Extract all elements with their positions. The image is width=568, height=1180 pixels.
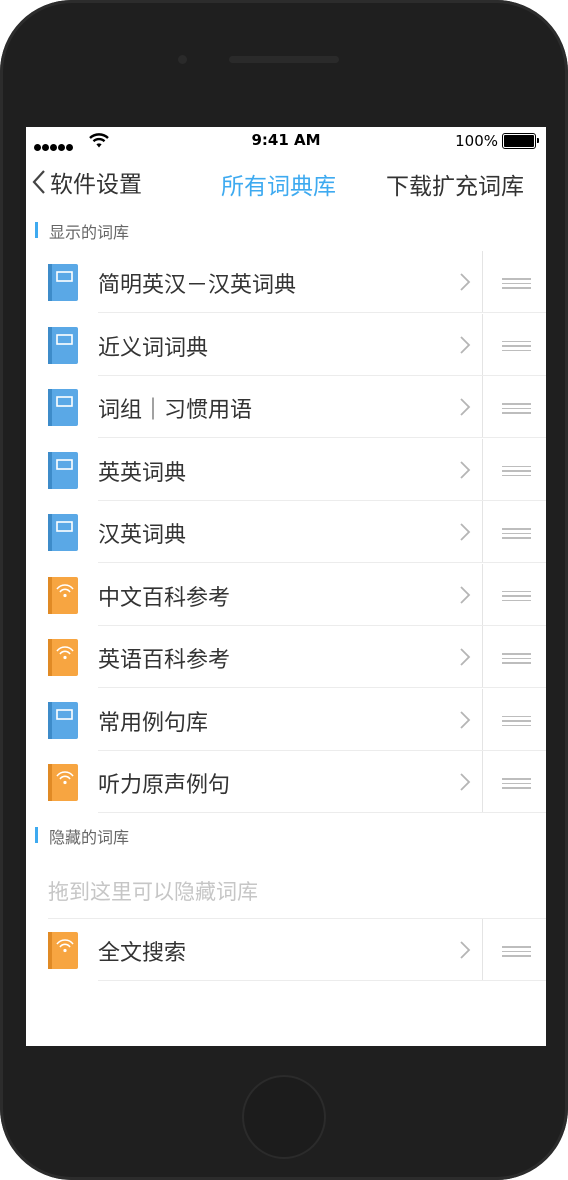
drag-handle-icon[interactable]	[502, 715, 531, 730]
download-dictionaries-button[interactable]: 下载扩充词库	[386, 167, 524, 201]
orange-online-book-icon	[48, 639, 78, 676]
dictionary-name: 听力原声例句	[98, 773, 231, 798]
orange-online-book-icon	[48, 576, 78, 614]
chevron-right-icon	[459, 522, 471, 546]
chevron-right-icon	[459, 585, 471, 609]
drag-handle-icon[interactable]	[502, 528, 531, 542]
screen: 9:41 AM 100% 软件设置 所有词典库 下载扩充词库 显示的词库简明英汉…	[26, 127, 546, 1046]
chevron-left-icon	[32, 170, 45, 194]
dictionary-name: 汉英词典	[98, 523, 187, 548]
battery-percent: 100%	[455, 132, 498, 150]
drag-handle-icon[interactable]	[502, 778, 531, 792]
blue-book-icon	[48, 451, 78, 489]
dictionary-row[interactable]: 中文百科参考	[26, 563, 546, 626]
dictionary-name: 常用例句库	[98, 710, 209, 736]
row-divider	[482, 919, 483, 981]
row-divider	[482, 688, 483, 751]
row-divider	[482, 376, 483, 438]
phone-frame: 9:41 AM 100% 软件设置 所有词典库 下载扩充词库 显示的词库简明英汉…	[0, 0, 568, 1180]
dictionary-row[interactable]: 英语百科参考	[26, 626, 546, 688]
drag-handle-icon[interactable]	[502, 403, 531, 417]
dictionary-row[interactable]: 常用例句库	[26, 688, 546, 751]
row-divider	[482, 501, 483, 563]
drag-handle-icon[interactable]	[502, 340, 531, 355]
dictionary-name: 中文百科参考	[98, 585, 231, 611]
chevron-right-icon	[459, 460, 471, 484]
row-divider	[482, 751, 483, 813]
dictionary-name: 近义词词典	[98, 335, 209, 361]
row-divider	[482, 563, 483, 626]
hide-drop-zone-hint[interactable]: 拖到这里可以隐藏词库	[48, 876, 258, 906]
page-title: 所有词典库	[221, 174, 336, 200]
chevron-right-icon	[459, 772, 471, 796]
section-accent-bar	[35, 827, 38, 843]
row-divider	[482, 438, 483, 501]
row-separator	[98, 812, 546, 813]
blue-book-icon	[48, 701, 78, 739]
chevron-right-icon	[459, 335, 471, 359]
speaker	[229, 56, 339, 63]
dictionary-name: 英语百科参考	[98, 648, 231, 673]
drag-handle-icon[interactable]	[502, 653, 531, 667]
row-divider	[482, 313, 483, 376]
drag-handle-icon[interactable]	[502, 278, 531, 292]
chevron-right-icon	[459, 710, 471, 734]
home-button[interactable]	[242, 1075, 326, 1159]
dictionary-name: 全文搜索	[98, 941, 187, 966]
chevron-right-icon	[459, 272, 471, 296]
status-bar: 9:41 AM 100%	[26, 127, 546, 155]
orange-online-book-icon	[48, 932, 78, 969]
dictionary-row[interactable]: 汉英词典	[26, 501, 546, 563]
drag-handle-icon[interactable]	[502, 946, 531, 960]
camera	[178, 55, 187, 64]
section-header: 隐藏的词库	[26, 820, 546, 850]
dictionary-row[interactable]: 词组｜习惯用语	[26, 376, 546, 438]
back-button[interactable]: 软件设置	[32, 165, 142, 199]
row-divider	[482, 626, 483, 688]
chevron-right-icon	[459, 940, 471, 964]
row-separator	[98, 980, 546, 981]
section-header: 显示的词库	[26, 215, 546, 245]
orange-online-book-icon	[48, 764, 78, 801]
dictionary-row[interactable]: 听力原声例句	[26, 751, 546, 813]
dictionary-row[interactable]: 全文搜索	[26, 919, 546, 981]
dictionary-row[interactable]: 英英词典	[26, 438, 546, 501]
drag-handle-icon[interactable]	[502, 590, 531, 605]
section-title: 显示的词库	[49, 223, 130, 242]
battery-icon	[502, 133, 539, 149]
dictionary-name: 词组｜习惯用语	[98, 398, 253, 423]
section-title: 隐藏的词库	[49, 828, 130, 847]
blue-book-icon	[48, 389, 78, 426]
dictionary-row[interactable]: 近义词词典	[26, 313, 546, 376]
chevron-right-icon	[459, 647, 471, 671]
dictionary-row[interactable]: 简明英汉－汉英词典	[26, 251, 546, 313]
dictionary-name: 简明英汉－汉英词典	[98, 273, 297, 298]
section-accent-bar	[35, 222, 38, 238]
blue-book-icon	[48, 326, 78, 364]
drag-handle-icon[interactable]	[502, 465, 531, 480]
blue-book-icon	[48, 264, 78, 301]
navigation-bar: 软件设置 所有词典库 下载扩充词库	[26, 155, 546, 211]
back-label: 软件设置	[50, 172, 142, 198]
row-divider	[482, 251, 483, 313]
dictionary-name: 英英词典	[98, 460, 187, 486]
blue-book-icon	[48, 514, 78, 551]
chevron-right-icon	[459, 397, 471, 421]
